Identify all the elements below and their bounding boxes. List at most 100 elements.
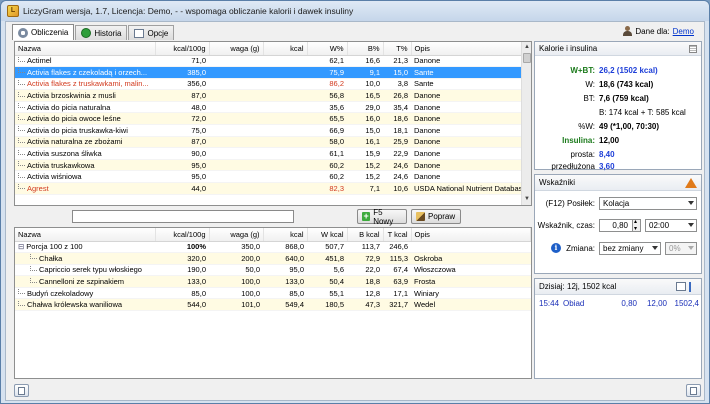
search-bar: + F5 Nowy Popraw — [14, 208, 532, 226]
table-cell — [263, 89, 307, 102]
zmiana-value: bez zmiany — [603, 244, 644, 253]
table-cell — [209, 170, 263, 184]
meal-item-name: Chałka — [39, 253, 63, 263]
tree-connector — [18, 126, 25, 132]
cell-value: 101,0 — [241, 300, 260, 310]
column-header[interactable]: T% — [383, 42, 412, 56]
column-header[interactable]: W% — [307, 42, 348, 56]
pct-select: 0% — [665, 242, 697, 255]
table-cell: 16,5 — [347, 89, 383, 102]
table-cell: 29,0 — [347, 101, 383, 114]
insulina-value: 12,00 — [599, 136, 620, 145]
zmiana-select[interactable]: bez zmiany — [599, 242, 661, 255]
table-row[interactable]: Capriccio serek typu włoskiego 190,0 50,0 9… — [15, 264, 531, 277]
table-row[interactable]: Activia suszona śliwka 90,0 61,1 15,9 22,9 Da… — [15, 147, 531, 160]
table-row[interactable]: Activia naturalna ze zbożami 87,0 58,0 16,1… — [15, 136, 531, 149]
column-header[interactable]: kcal — [263, 228, 308, 242]
kalorie-title: Kalorie i insulina — [539, 44, 598, 53]
column-header[interactable]: kcal/100g — [155, 42, 210, 56]
table-row[interactable]: Chałka 320,0 200,0 640,0 451,8 72,9 115,3 Oskro… — [15, 252, 531, 265]
table-cell — [263, 147, 307, 160]
scroll-thumb[interactable] — [523, 53, 531, 63]
edit-button[interactable]: Popraw — [411, 209, 461, 224]
log-entry[interactable]: 15:44 Obiad 0,80 12,00 1502,4 — [539, 299, 699, 308]
table-row[interactable]: Activia do picia owoce leśne 72,0 65,5 16,0… — [15, 112, 531, 126]
cell-value: Włoszczowa — [414, 265, 456, 275]
table-cell: 95,0 — [263, 264, 307, 277]
foods-scrollbar[interactable]: ▲ ▼ — [521, 42, 531, 205]
calculator-icon — [18, 27, 28, 38]
table-row[interactable]: Activia do picia truskawka-kiwi 75,0 66,9 1… — [15, 124, 531, 137]
search-input[interactable] — [72, 210, 294, 223]
table-cell: 15,2 — [347, 159, 383, 172]
column-header[interactable]: waga (g) — [209, 42, 264, 56]
table-row[interactable]: Budyń czekoladowy 85,0 100,0 85,0 55,1 12,8 17… — [15, 287, 531, 300]
column-header[interactable]: B kcal — [347, 228, 384, 242]
column-header[interactable]: kcal/100g — [155, 228, 210, 242]
table-cell: 48,0 — [155, 101, 209, 114]
cell-value: 246,6 — [389, 242, 408, 252]
column-header[interactable]: T kcal — [383, 228, 412, 242]
prosta-label: prosta: — [570, 150, 595, 159]
calendar-icon[interactable] — [676, 281, 686, 291]
tab-opcje[interactable]: Opcje — [128, 25, 175, 40]
table-row[interactable]: Cannelloni ze szpinakiem 133,0 100,0 133,0 5… — [15, 275, 531, 288]
column-header[interactable]: kcal — [263, 42, 308, 56]
table-row[interactable]: Chałwa królewska waniliowa 544,0 101,0 549,… — [15, 298, 531, 312]
collapse-icon[interactable]: ⊟ — [18, 242, 24, 251]
table-cell: ⊟ Porcja 100 z 100 — [15, 241, 155, 254]
table-cell: 85,0 — [263, 287, 307, 300]
table-row[interactable]: Activia wiśniowa 95,0 60,2 15,2 24,6 Danone — [15, 170, 531, 184]
table-row[interactable]: Activia truskawkowa 95,0 60,2 15,2 24,6 Danon… — [15, 159, 531, 172]
user-box: Dane dla: Demo — [623, 26, 694, 36]
column-header[interactable]: B% — [347, 42, 384, 56]
table-row[interactable]: Activia brzoskwinia z musli 87,0 56,8 16,5 2… — [15, 89, 531, 102]
tab-strip: Obliczenia Historia Opcje — [12, 24, 175, 40]
table-cell: 15,9 — [347, 147, 383, 160]
table-row[interactable]: Activia flakes z truskawkami, malin... 35… — [15, 78, 531, 91]
posilek-select[interactable]: Kolacja — [599, 197, 697, 210]
wskaznik-stepper[interactable] — [632, 218, 641, 232]
meal-item-name: Chałwa królewska waniliowa — [27, 300, 123, 310]
meal-table: Nazwa kcal/100g waga (g) kcal W kcal B kcal T … — [14, 227, 532, 379]
table-row[interactable]: Actimel 71,0 62,1 16,6 21,3 Danone — [15, 55, 531, 68]
food-name: Activia do picia naturalna — [27, 102, 111, 112]
tree-connector — [18, 80, 25, 85]
scroll-down-icon[interactable]: ▼ — [523, 195, 531, 204]
calculator-icon[interactable] — [689, 44, 697, 53]
table-cell: 9,1 — [347, 66, 383, 79]
cell-value: 85,0 — [289, 288, 304, 298]
scroll-up-icon[interactable]: ▲ — [523, 43, 531, 52]
table-cell: Actimel — [15, 55, 155, 68]
column-header[interactable]: W kcal — [307, 228, 348, 242]
bottom-left-button[interactable] — [14, 384, 29, 397]
user-link[interactable]: Demo — [673, 27, 694, 36]
time-select[interactable]: 02:00 — [645, 219, 697, 232]
export-icon[interactable] — [689, 281, 697, 292]
table-cell — [263, 159, 307, 172]
table-row[interactable]: Activia flakes z czekoladą i orzech... 38… — [15, 66, 531, 79]
table-row[interactable]: Agrest 44,0 82,3 7,1 10,6 USDA National Nutri… — [15, 182, 531, 195]
window-title: LiczyGram wersja, 1.7, Licencja: Demo, -… — [23, 6, 354, 16]
column-header[interactable]: Nazwa — [15, 228, 156, 242]
table-cell: 356,0 — [155, 78, 209, 91]
table-cell: 113,7 — [347, 241, 383, 254]
table-cell: Activia do picia owoce leśne — [15, 112, 155, 126]
column-header[interactable]: Nazwa — [15, 42, 156, 56]
column-header[interactable]: Opis — [411, 42, 531, 56]
column-header[interactable]: Opis — [411, 228, 531, 242]
table-cell: 320,0 — [155, 252, 209, 265]
cell-value: 544,0 — [187, 300, 206, 310]
bottom-right-button[interactable] — [686, 384, 701, 397]
table-row[interactable]: ⊟ Porcja 100 z 100 100% 350,0 868,0 507,7 113,… — [15, 241, 531, 254]
bt-value: 7,6 (759 kcal) — [599, 94, 649, 103]
tab-historia[interactable]: Historia — [75, 25, 128, 40]
new-button[interactable]: + F5 Nowy — [357, 208, 407, 226]
table-row[interactable]: Activia do picia naturalna 48,0 35,6 29,0 35… — [15, 101, 531, 114]
w-value: 18,6 (743 kcal) — [599, 80, 654, 89]
bt-label: BT: — [583, 94, 595, 103]
column-header[interactable]: waga (g) — [209, 228, 264, 242]
table-cell: Capriccio serek typu włoskiego — [15, 264, 155, 277]
cell-value: 320,0 — [187, 253, 206, 263]
tab-obliczenia[interactable]: Obliczenia — [12, 24, 75, 40]
